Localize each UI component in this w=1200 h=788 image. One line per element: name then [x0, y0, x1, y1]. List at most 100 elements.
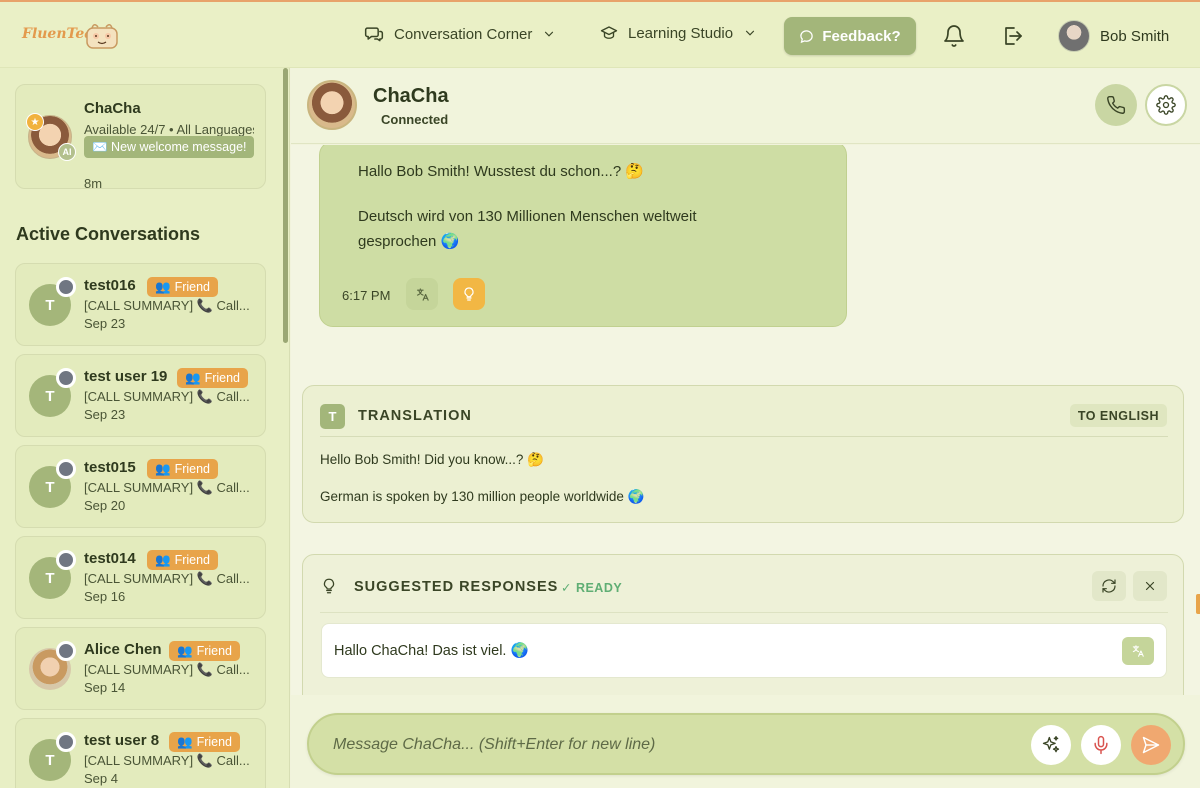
people-icon: 👥 [177, 643, 193, 658]
refresh-suggestions-button[interactable] [1092, 571, 1126, 601]
suggest-responses-button[interactable] [453, 278, 485, 310]
translate-icon [416, 287, 429, 301]
comment-icon [800, 29, 814, 43]
close-icon [1145, 581, 1155, 591]
conversation-item[interactable]: T test014 👥 Friend [CALL SUMMARY] 📞 Call.… [15, 536, 266, 619]
connection-status: Connected [381, 112, 449, 127]
nav-learning-studio-label: Learning Studio [628, 24, 734, 42]
user-avatar [1058, 20, 1090, 52]
divider [320, 612, 1168, 613]
conversation-item[interactable]: Alice Chen 👥 Friend [CALL SUMMARY] 📞 Call… [15, 627, 266, 710]
top-bar: FluenTea Conversation Corner Learning St… [0, 0, 1200, 68]
ai-card-status: Available 24/7 • All Languages [84, 122, 254, 137]
people-icon: 👥 [155, 461, 171, 476]
friend-badge: 👥 Friend [147, 459, 219, 479]
translate-icon [1132, 645, 1144, 657]
suggested-response-text: Hallo ChaCha! Das ist viel. 🌍 [334, 643, 529, 659]
message-input[interactable] [333, 733, 1013, 757]
message-area[interactable]: Hallo Bob Smith! Wusstest du schon...? 🤔… [291, 145, 1200, 695]
friend-badge-label: Friend [174, 462, 211, 476]
chat-partner-name: ChaCha [373, 85, 449, 107]
translate-suggestion-button[interactable] [1122, 637, 1154, 665]
suggested-responses-title: SUGGESTED RESPONSES [354, 579, 559, 595]
conversation-summary: [CALL SUMMARY] 📞 Call... [84, 571, 250, 586]
conversation-summary: [CALL SUMMARY] 📞 Call... [84, 753, 250, 768]
conversation-item[interactable]: T test user 19 👥 Friend [CALL SUMMARY] 📞 … [15, 354, 266, 437]
user-profile-menu[interactable]: Bob Smith [1058, 20, 1169, 52]
translation-line: German is spoken by 130 million people w… [320, 489, 645, 504]
chevron-down-icon [545, 31, 554, 37]
suggested-responses-panel: SUGGESTED RESPONSES ✓ READY Hallo ChaCha… [302, 554, 1184, 695]
friend-badge-label: Friend [196, 735, 233, 749]
conversation-name: Alice Chen [84, 641, 162, 658]
sparkles-icon [1042, 736, 1060, 753]
lightbulb-icon [464, 287, 474, 301]
suggested-response-item[interactable]: Hallo ChaCha! Das ist viel. 🌍 [321, 623, 1167, 678]
people-icon: 👥 [155, 279, 171, 294]
message-line: Deutsch wird von 130 Millionen Menschen … [358, 208, 697, 250]
nav-learning-studio[interactable]: Learning Studio [600, 24, 757, 42]
translate-message-button[interactable] [406, 278, 438, 310]
divider [320, 436, 1168, 437]
feedback-label: Feedback? [822, 27, 901, 45]
friend-badge-label: Friend [174, 280, 211, 294]
conversation-name: test014 [84, 550, 136, 567]
friend-badge: 👥 Friend [147, 550, 219, 570]
conversation-summary: [CALL SUMMARY] 📞 Call... [84, 298, 250, 313]
ai-message-bubble: Hallo Bob Smith! Wusstest du schon...? 🤔… [319, 145, 847, 327]
close-suggestions-button[interactable] [1133, 571, 1167, 601]
people-icon: 👥 [155, 552, 171, 567]
conversation-name: test015 [84, 459, 136, 476]
chat-header: ChaCha Connected [291, 68, 1200, 144]
conversation-date: Sep 14 [84, 680, 126, 695]
conversation-date: Sep 16 [84, 589, 126, 604]
gear-icon [1156, 95, 1176, 115]
translation-title: TRANSLATION [358, 408, 472, 424]
microphone-button[interactable] [1081, 725, 1121, 765]
message-composer [307, 713, 1185, 775]
message-line: Hallo Bob Smith! Wusstest du schon...? 🤔 [358, 163, 645, 180]
conversation-sidebar: ★ AI ChaCha Available 24/7 • All Languag… [0, 68, 290, 788]
status-dot [56, 277, 76, 297]
message-time: 6:17 PM [342, 288, 391, 303]
ai-card-name: ChaCha [84, 100, 141, 117]
sidebar-scrollbar[interactable] [283, 68, 288, 343]
suggestions-status: ✓ READY [561, 581, 623, 595]
status-dot [56, 732, 76, 752]
friend-badge-label: Friend [204, 371, 241, 385]
conversation-summary: [CALL SUMMARY] 📞 Call... [84, 389, 250, 404]
translation-line: Hello Bob Smith! Did you know...? 🤔 [320, 452, 544, 467]
edge-tab-handle[interactable] [1196, 594, 1200, 614]
tea-cup-logo-icon[interactable] [84, 20, 120, 52]
status-dot [56, 459, 76, 479]
bell-icon[interactable] [942, 24, 966, 48]
send-button[interactable] [1131, 725, 1171, 765]
chacha-avatar[interactable] [307, 80, 357, 130]
feedback-button[interactable]: Feedback? [784, 17, 916, 55]
conversation-item[interactable]: T test015 👥 Friend [CALL SUMMARY] 📞 Call.… [15, 445, 266, 528]
refresh-icon [1102, 579, 1116, 593]
call-button[interactable] [1095, 84, 1137, 126]
ai-assist-button[interactable] [1031, 725, 1071, 765]
send-icon [1142, 736, 1160, 754]
ai-card-time: 8m [84, 176, 103, 191]
graduation-cap-icon [600, 26, 618, 39]
conversation-item[interactable]: T test user 8 👥 Friend [CALL SUMMARY] 📞 C… [15, 718, 266, 788]
conversation-summary: [CALL SUMMARY] 📞 Call... [84, 662, 250, 677]
people-icon: 👥 [177, 734, 193, 749]
friend-badge: 👥 Friend [177, 368, 249, 388]
conversation-item[interactable]: T test016 👥 Friend [CALL SUMMARY] 📞 Call.… [15, 263, 266, 346]
conversation-name: test016 [84, 277, 136, 294]
translation-badge: T [320, 404, 345, 429]
active-conversations-heading: Active Conversations [16, 224, 201, 244]
ai-tutor-card[interactable]: ★ AI ChaCha Available 24/7 • All Languag… [15, 84, 266, 191]
microphone-icon [1094, 735, 1108, 755]
conversation-date: Sep 4 [84, 771, 118, 786]
app-logo[interactable]: FluenTea [22, 26, 93, 42]
translation-target-language[interactable]: TO ENGLISH [1069, 404, 1167, 427]
nav-conversation-corner[interactable]: Conversation Corner [364, 24, 556, 44]
logout-icon[interactable] [1000, 24, 1024, 48]
user-name: Bob Smith [1100, 27, 1170, 45]
chat-settings-button[interactable] [1145, 84, 1187, 126]
phone-icon [1107, 95, 1126, 114]
